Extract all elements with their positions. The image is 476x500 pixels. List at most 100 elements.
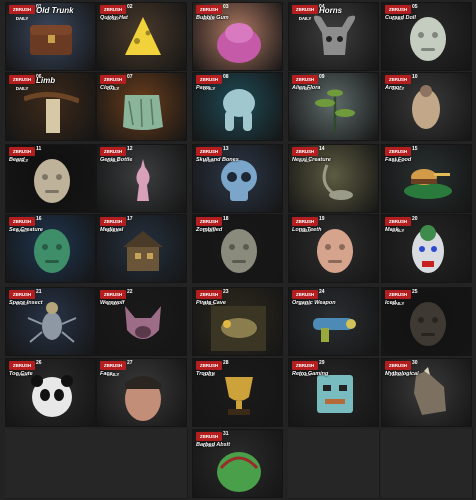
tile-title: Bubble Gum bbox=[196, 15, 229, 21]
sculpt-thumbnail bbox=[125, 376, 161, 421]
zbrush-daily-badge: ZBRUSH DAILY bbox=[385, 75, 411, 91]
gallery-tile[interactable]: ZBRUSH DAILY 20 Mask bbox=[381, 214, 472, 283]
gallery-tile[interactable]: ZBRUSH DAILY 05 Cursed Doll bbox=[381, 2, 472, 71]
gallery-tile[interactable]: ZBRUSH DAILY 15 Fast Food bbox=[381, 144, 472, 213]
tile-title: Limb bbox=[36, 76, 56, 85]
day-number: 15 bbox=[412, 146, 418, 152]
gallery-tile[interactable]: ZBRUSH DAILY 16 Sea Creature bbox=[5, 214, 96, 283]
day-number: 25 bbox=[412, 289, 418, 295]
day-number: 26 bbox=[36, 360, 42, 366]
tile-title: Alien Flora bbox=[292, 85, 321, 91]
day-number: 11 bbox=[36, 146, 42, 152]
gallery-tile[interactable]: ZBRUSH DAILY 23 Pirate Cave bbox=[192, 287, 283, 356]
day-number: 05 bbox=[412, 4, 418, 10]
day-number: 16 bbox=[36, 216, 42, 222]
day-number: 14 bbox=[319, 146, 325, 152]
zbrush-daily-badge: ZBRUSH DAILY bbox=[9, 290, 35, 306]
zbrush-daily-badge: ZBRUSH DAILY bbox=[9, 5, 35, 21]
tile-title: Beard bbox=[9, 157, 25, 163]
day-number: 08 bbox=[223, 74, 229, 80]
day-number: 30 bbox=[412, 360, 418, 366]
day-number: 17 bbox=[127, 216, 133, 222]
zbrush-daily-badge: ZBRUSH DAILY bbox=[385, 217, 411, 233]
zbrush-daily-badge: ZBRUSH DAILY bbox=[292, 75, 318, 91]
day-number: 09 bbox=[319, 74, 325, 80]
sculpt-thumbnail bbox=[30, 25, 72, 55]
gallery-tile[interactable]: ZBRUSH DAILY 21 Space Insect bbox=[5, 287, 96, 356]
tile-title: Quirky Hat bbox=[100, 15, 128, 21]
gallery-tile[interactable]: ZBRUSH DAILY 30 Mythological bbox=[381, 358, 472, 427]
gallery-tile[interactable]: ZBRUSH DAILY 09 Alien Flora bbox=[288, 72, 379, 141]
gallery-tile[interactable]: ZBRUSH DAILY 25 Iced bbox=[381, 287, 472, 356]
tile-title: Face bbox=[100, 371, 113, 377]
zbrush-daily-badge: ZBRUSH DAILY bbox=[385, 290, 411, 306]
zbrush-daily-badge: ZBRUSH DAILY bbox=[196, 75, 222, 91]
day-number: 02 bbox=[127, 4, 133, 10]
gallery-tile[interactable]: ZBRUSH DAILY 06 Limb bbox=[5, 72, 96, 141]
day-number: 23 bbox=[223, 289, 229, 295]
empty-grid-cell bbox=[5, 429, 97, 499]
gallery-tile[interactable]: ZBRUSH DAILY 18 Zombified bbox=[192, 214, 283, 283]
zbrush-daily-badge: ZBRUSH DAILY bbox=[196, 361, 222, 377]
empty-grid-cell bbox=[381, 429, 473, 499]
gallery-tile[interactable]: ZBRUSH DAILY 01 Old Trunk bbox=[5, 2, 96, 71]
day-number: 13 bbox=[223, 146, 229, 152]
sculpt-thumbnail bbox=[24, 92, 79, 133]
day-number: 20 bbox=[412, 216, 418, 222]
sculpt-thumbnail bbox=[34, 159, 70, 203]
gallery-tile[interactable]: ZBRUSH DAILY 29 Retro Gaming bbox=[288, 358, 379, 427]
tile-title: Old Trunk bbox=[36, 6, 74, 15]
gallery-tile[interactable]: ZBRUSH DAILY 13 Skull and Bones bbox=[192, 144, 283, 213]
tile-title: Iced bbox=[385, 300, 397, 306]
gallery-tile[interactable]: ZBRUSH DAILY 27 Face bbox=[96, 358, 187, 427]
gallery-tile[interactable]: ZBRUSH DAILY 26 Too Cute bbox=[5, 358, 96, 427]
tile-title: Mythological bbox=[385, 371, 419, 377]
gallery-tile[interactable]: ZBRUSH DAILY 31 Barbed Abslt bbox=[192, 429, 283, 498]
tile-title: Mask bbox=[385, 227, 399, 233]
zbrush-daily-badge: ZBRUSH DAILY bbox=[292, 361, 318, 377]
gallery-tile[interactable]: ZBRUSH DAILY 19 Long Teeth bbox=[288, 214, 379, 283]
sculpt-thumbnail bbox=[412, 85, 440, 129]
day-number: 07 bbox=[127, 74, 133, 80]
zbrush-daily-badge: ZBRUSH DAILY bbox=[196, 432, 222, 448]
zbrush-daily-badge: ZBRUSH DAILY bbox=[385, 361, 411, 377]
tile-title: Paws bbox=[196, 85, 211, 91]
day-number: 21 bbox=[36, 289, 42, 295]
day-number: 03 bbox=[223, 4, 229, 10]
tile-title: Trophy bbox=[196, 371, 215, 377]
tile-title: Pirate Cave bbox=[196, 300, 226, 306]
zbrush-daily-badge: ZBRUSH DAILY bbox=[9, 147, 35, 163]
day-number: 12 bbox=[127, 146, 133, 152]
gallery-tile[interactable]: ZBRUSH DAILY 24 Organic Weapon bbox=[288, 287, 379, 356]
gallery-grid: ZBRUSH DAILY 01 Old Trunk ZBRUSH DAILY 02 Qui… bbox=[0, 0, 476, 500]
zbrush-daily-badge: ZBRUSH DAILY bbox=[196, 217, 222, 233]
gallery-tile[interactable]: ZBRUSH DAILY 07 Cloth bbox=[96, 72, 187, 141]
gallery-tile[interactable]: ZBRUSH DAILY 04 Horns bbox=[288, 2, 379, 71]
gallery-tile[interactable]: ZBRUSH DAILY 03 Bubble Gum bbox=[192, 2, 283, 71]
gallery-tile[interactable]: ZBRUSH DAILY 28 Trophy bbox=[192, 358, 283, 427]
zbrush-daily-badge: ZBRUSH DAILY bbox=[196, 147, 222, 163]
zbrush-daily-badge: ZBRUSH DAILY bbox=[196, 5, 222, 21]
sculpt-thumbnail bbox=[412, 225, 444, 273]
zbrush-daily-badge: ZBRUSH DAILY bbox=[196, 290, 222, 306]
zbrush-daily-badge: ZBRUSH DAILY bbox=[9, 75, 35, 91]
gallery-tile[interactable]: ZBRUSH DAILY 11 Beard bbox=[5, 144, 96, 213]
zbrush-daily-badge: ZBRUSH DAILY bbox=[385, 5, 411, 21]
day-number: 10 bbox=[412, 74, 418, 80]
gallery-tile[interactable]: ZBRUSH DAILY 08 Paws bbox=[192, 72, 283, 141]
gallery-tile[interactable]: ZBRUSH DAILY 17 Medieval bbox=[96, 214, 187, 283]
zbrush-daily-badge: ZBRUSH DAILY bbox=[385, 147, 411, 163]
gallery-tile[interactable]: ZBRUSH DAILY 02 Quirky Hat bbox=[96, 2, 187, 71]
tile-title: Cursed Doll bbox=[385, 15, 416, 21]
zbrush-daily-badge: ZBRUSH DAILY bbox=[292, 290, 318, 306]
gallery-tile[interactable]: ZBRUSH DAILY 22 Werewolf bbox=[96, 287, 187, 356]
zbrush-daily-badge: ZBRUSH DAILY bbox=[100, 361, 126, 377]
sculpt-thumbnail bbox=[225, 377, 253, 415]
tile-title: Cloth bbox=[100, 85, 115, 91]
tile-title: Nessi Creature bbox=[292, 157, 331, 163]
tile-title: Skull and Bones bbox=[196, 157, 239, 163]
zbrush-daily-badge: ZBRUSH DAILY bbox=[292, 147, 318, 163]
gallery-tile[interactable]: ZBRUSH DAILY 12 Genie Bottle bbox=[96, 144, 187, 213]
gallery-tile[interactable]: ZBRUSH DAILY 14 Nessi Creature bbox=[288, 144, 379, 213]
gallery-tile[interactable]: ZBRUSH DAILY 10 Armor bbox=[381, 72, 472, 141]
